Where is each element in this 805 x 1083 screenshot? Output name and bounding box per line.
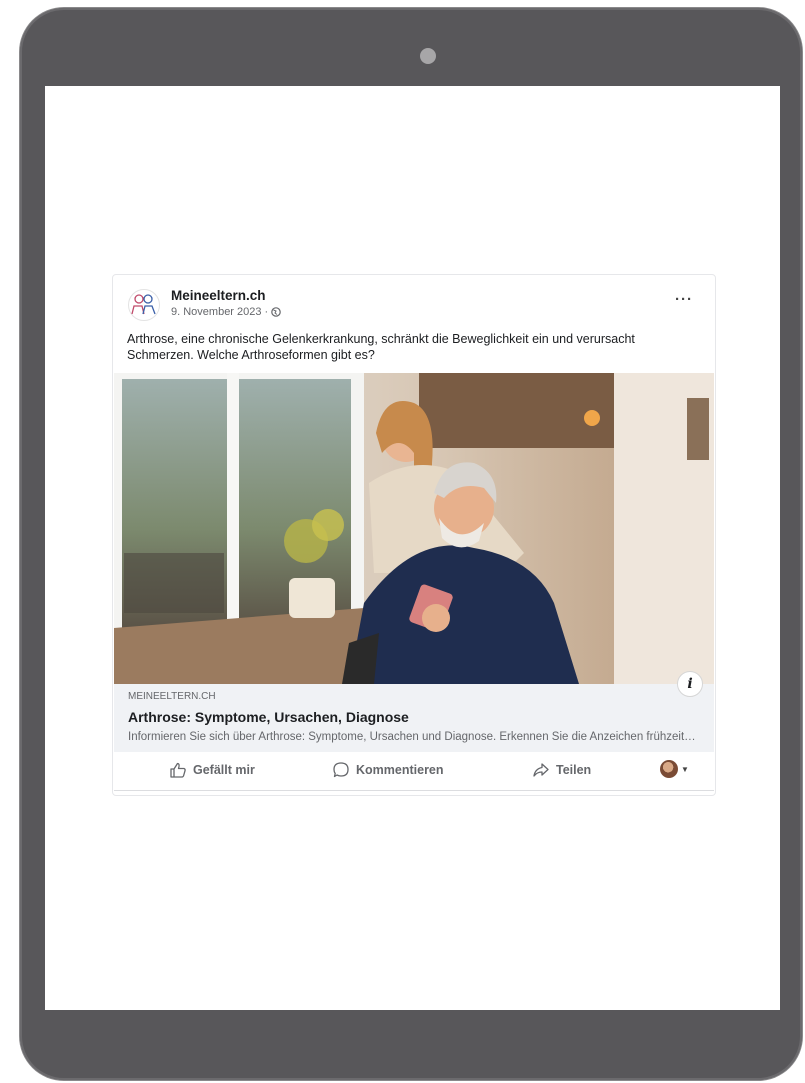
thumbs-up-icon	[170, 762, 186, 778]
camera-icon	[420, 48, 436, 64]
facebook-post: Meineeltern.ch 9. November 2023 · ··· Ar…	[112, 274, 716, 796]
photo-illustration	[114, 373, 714, 684]
post-meta: 9. November 2023 ·	[171, 306, 282, 318]
share-label: Teilen	[556, 763, 592, 777]
link-description: Informieren Sie sich über Arthrose: Symp…	[128, 731, 698, 743]
people-logo-icon[interactable]	[127, 289, 161, 321]
page-name[interactable]: Meineeltern.ch	[171, 288, 266, 303]
share-arrow-icon	[533, 763, 549, 777]
comment-button[interactable]: Kommentieren	[332, 761, 444, 779]
post-date[interactable]: 9. November 2023 ·	[171, 306, 268, 318]
comment-label: Kommentieren	[356, 763, 444, 777]
link-title[interactable]: Arthrose: Symptome, Ursachen, Diagnose	[128, 709, 409, 725]
post-image[interactable]	[114, 373, 714, 684]
more-options-icon[interactable]: ···	[675, 292, 693, 307]
info-icon[interactable]: i	[677, 671, 703, 697]
post-header: Meineeltern.ch 9. November 2023 · ···	[127, 287, 701, 321]
speech-bubble-icon	[333, 762, 349, 778]
user-avatar	[660, 760, 678, 778]
globe-icon	[271, 307, 282, 317]
like-button[interactable]: Gefällt mir	[169, 761, 255, 779]
link-preview[interactable]: MEINEELTERN.CH Arthrose: Symptome, Ursac…	[114, 684, 714, 752]
audience-selector[interactable]: ▼	[660, 760, 689, 778]
share-button[interactable]: Teilen	[532, 761, 591, 779]
action-bar: Gefällt mir Kommentieren Teilen ▼	[114, 752, 714, 791]
link-domain: MEINEELTERN.CH	[128, 691, 216, 702]
post-text: Arthrose, eine chronische Gelenkerkranku…	[127, 332, 635, 362]
chevron-down-icon: ▼	[681, 764, 689, 774]
like-label: Gefällt mir	[193, 763, 255, 777]
